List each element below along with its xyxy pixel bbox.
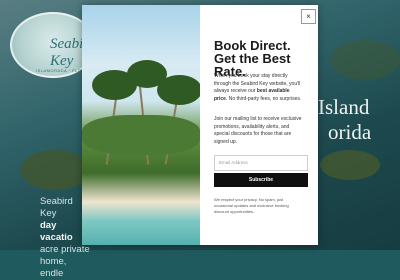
subscribe-button[interactable]: Subscribe bbox=[214, 173, 308, 187]
hero-title-line: Island bbox=[318, 95, 370, 119]
palm-canopy bbox=[157, 75, 200, 105]
vegetation bbox=[82, 115, 200, 155]
paragraph-text: . No third-party fees, no surprises. bbox=[225, 95, 302, 102]
hero-text-line: home, endle bbox=[40, 256, 67, 279]
modal-paragraph-2: Join our mailing list to receive exclusi… bbox=[214, 116, 302, 145]
hero-title: Island orida bbox=[318, 95, 371, 145]
hero-text-line: Seabird Key bbox=[40, 196, 73, 219]
privacy-note: We respect your privacy. No spam, just o… bbox=[214, 197, 289, 214]
newsletter-modal: × Book Direct. Get the Best Rate. When y… bbox=[82, 5, 318, 245]
beach-palm-photo bbox=[82, 5, 200, 245]
email-input[interactable]: Email Address bbox=[214, 155, 308, 171]
hero-text-bold: day vacatio bbox=[40, 220, 73, 243]
hero-title-line: orida bbox=[328, 120, 372, 144]
modal-paragraph-1: When you book your stay directly through… bbox=[214, 73, 304, 103]
close-button[interactable]: × bbox=[301, 9, 316, 24]
